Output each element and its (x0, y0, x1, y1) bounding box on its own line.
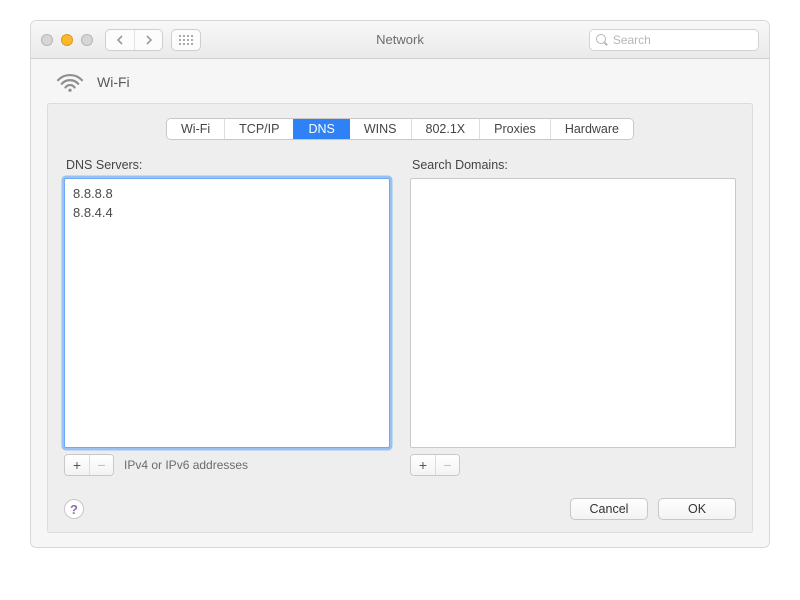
tab-8021x[interactable]: 802.1X (411, 119, 480, 139)
dns-servers-list[interactable]: 8.8.8.88.8.4.4 (64, 178, 390, 448)
dns-servers-remove-button[interactable]: − (89, 455, 113, 475)
window-minimize-button[interactable] (61, 34, 73, 46)
settings-panel: Wi-FiTCP/IPDNSWINS802.1XProxiesHardware … (47, 103, 753, 533)
dns-servers-column: DNS Servers: 8.8.8.88.8.4.4 + − IPv4 or … (64, 158, 390, 476)
preferences-window: Network Wi-Fi Wi-FiTCP/IPDNSWINS802.1XPr… (30, 20, 770, 548)
search-domains-column: Search Domains: + − (410, 158, 736, 476)
ok-button[interactable]: OK (658, 498, 736, 520)
help-button[interactable]: ? (64, 499, 84, 519)
window-title: Network (376, 32, 424, 47)
tab-bar: Wi-FiTCP/IPDNSWINS802.1XProxiesHardware (64, 118, 736, 140)
tab-wins[interactable]: WINS (349, 119, 411, 139)
chevron-right-icon (144, 35, 153, 45)
titlebar: Network (31, 21, 769, 59)
wifi-icon (55, 71, 85, 93)
connection-name: Wi-Fi (97, 74, 130, 90)
tab-hardware[interactable]: Hardware (550, 119, 633, 139)
tab-tcpip[interactable]: TCP/IP (224, 119, 293, 139)
show-all-button[interactable] (171, 29, 201, 51)
search-domains-list[interactable] (410, 178, 736, 448)
grid-icon (179, 35, 193, 45)
dns-columns: DNS Servers: 8.8.8.88.8.4.4 + − IPv4 or … (64, 158, 736, 476)
search-domains-label: Search Domains: (412, 158, 736, 172)
search-field[interactable] (589, 29, 759, 51)
dns-server-entry[interactable]: 8.8.4.4 (73, 204, 381, 223)
nav-back-forward (105, 29, 163, 51)
chevron-left-icon (116, 35, 125, 45)
connection-header: Wi-Fi (31, 59, 769, 103)
search-input[interactable] (611, 32, 752, 48)
dns-servers-add-remove: + − (64, 454, 114, 476)
dns-servers-hint: IPv4 or IPv6 addresses (124, 458, 248, 472)
tab-dns[interactable]: DNS (293, 119, 348, 139)
window-zoom-button[interactable] (81, 34, 93, 46)
search-domains-add-remove: + − (410, 454, 460, 476)
cancel-button[interactable]: Cancel (570, 498, 648, 520)
nav-back-button[interactable] (106, 30, 134, 50)
tab-proxies[interactable]: Proxies (479, 119, 550, 139)
dns-servers-label: DNS Servers: (66, 158, 390, 172)
dns-server-entry[interactable]: 8.8.8.8 (73, 185, 381, 204)
window-close-button[interactable] (41, 34, 53, 46)
panel-footer: ? Cancel OK (64, 498, 736, 520)
traffic-lights (41, 34, 93, 46)
tab-wifi[interactable]: Wi-Fi (167, 119, 224, 139)
search-domains-add-button[interactable]: + (411, 455, 435, 475)
search-icon (596, 34, 607, 46)
nav-forward-button[interactable] (134, 30, 162, 50)
dns-servers-add-button[interactable]: + (65, 455, 89, 475)
search-domains-remove-button[interactable]: − (435, 455, 459, 475)
